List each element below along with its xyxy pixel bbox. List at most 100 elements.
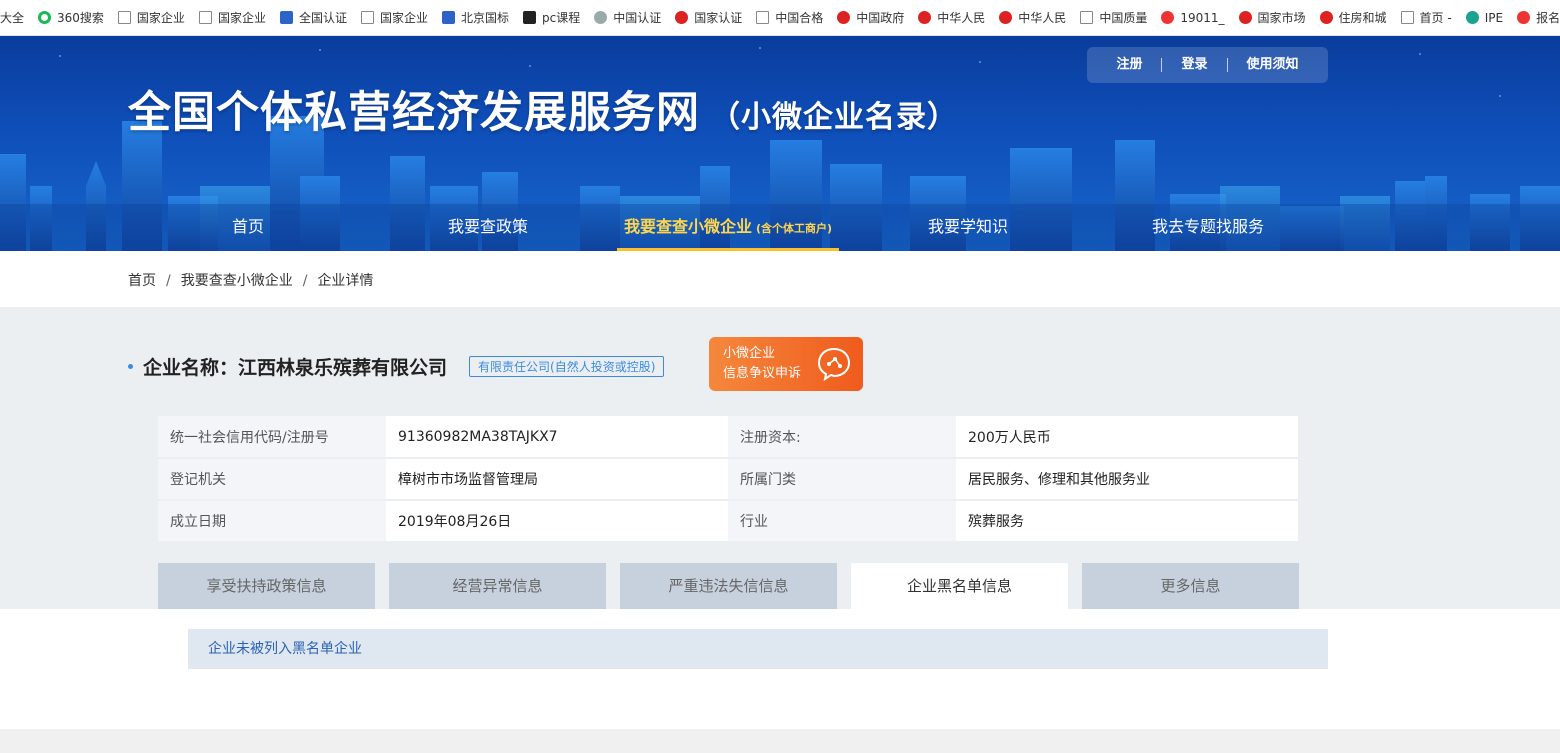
bookmark-item[interactable]: 国家企业 <box>360 0 428 35</box>
bookmark-item[interactable]: 19011_ <box>1161 0 1225 35</box>
bookmark-item[interactable]: 住房和城 <box>1319 0 1387 35</box>
authority-value: 樟树市市场监督管理局 <box>386 458 728 501</box>
bookmark-item[interactable]: 中华人民 <box>999 0 1066 35</box>
seal-icon <box>999 11 1013 24</box>
company-type-badge: 有限责任公司(自然人投资或控股) <box>469 355 665 377</box>
bookmark-item[interactable]: 国家市场 <box>1238 0 1306 35</box>
tab-abnormal[interactable]: 经营异常信息 <box>389 563 606 609</box>
date-label: 成立日期 <box>158 500 386 543</box>
teal-icon <box>1465 11 1479 24</box>
nav-learn-label: 我要学知识 <box>927 217 1008 236</box>
bookmark-label: 中华人民 <box>937 11 986 25</box>
nav-home[interactable]: 首页 <box>216 204 280 251</box>
bookmark-label: 大全 <box>0 11 25 25</box>
red-icon <box>1517 11 1531 24</box>
info-tabs: 享受扶持政策信息 经营异常信息 严重违法失信信息 企业黑名单信息 更多信息 <box>158 563 1313 609</box>
seal-icon <box>837 11 851 24</box>
bookmark-item[interactable]: pc课程 <box>523 0 581 35</box>
blue-icon <box>279 11 293 24</box>
bookmark-item[interactable]: 国家企业 <box>117 0 185 35</box>
bookmark-item[interactable]: IPE <box>1465 0 1503 35</box>
bookmark-item[interactable]: 国家企业 <box>198 0 266 35</box>
bookmark-item[interactable]: 中国质量 <box>1080 0 1147 35</box>
tab-more[interactable]: 更多信息 <box>1082 563 1299 609</box>
bookmark-label: 19011_ <box>1180 10 1225 25</box>
page-icon <box>1400 11 1414 24</box>
bookmark-label: 国家企业 <box>379 11 428 25</box>
date-value: 2019年08月26日 <box>386 500 728 543</box>
bookmark-label: 中国政府 <box>856 11 905 25</box>
capital-value: 200万人民币 <box>956 416 1298 459</box>
page-icon <box>360 11 374 24</box>
seal-icon <box>1238 11 1252 24</box>
login-link[interactable]: 登录 <box>1162 58 1228 72</box>
company-panel: 企业名称：江西林泉乐殡葬有限公司 有限责任公司(自然人投资或控股) 小微企业 信… <box>0 307 1560 609</box>
site-subtitle: （小微企业名录） <box>710 100 958 135</box>
top-links: 注册 登录 使用须知 <box>1087 47 1328 83</box>
bookmark-label: pc课程 <box>542 11 581 25</box>
bookmark-item[interactable]: 中国政府 <box>837 0 905 35</box>
bookmark-item[interactable]: 中国合格 <box>756 0 824 35</box>
bookmark-item[interactable]: 国家认证 <box>675 0 743 35</box>
bookmark-item[interactable]: 大全 <box>0 0 25 35</box>
bookmark-item[interactable]: 北京国标 <box>441 0 509 35</box>
tab-support[interactable]: 享受扶持政策信息 <box>158 563 375 609</box>
blue-icon <box>441 11 455 24</box>
register-link[interactable]: 注册 <box>1097 58 1163 72</box>
seal-icon <box>675 11 689 24</box>
authority-label: 登记机关 <box>158 458 386 501</box>
bookmark-item[interactable]: 360搜索 <box>38 0 104 35</box>
bookmark-item[interactable]: 中国认证 <box>594 0 662 35</box>
bookmark-label: 首页 - <box>1419 11 1452 25</box>
bookmark-label: 国家企业 <box>217 11 266 25</box>
bookmark-item[interactable]: 首页 - <box>1400 0 1452 35</box>
nav-topic[interactable]: 我去专题找服务 <box>1144 204 1272 251</box>
bookmark-item[interactable]: 中华人民 <box>918 0 986 35</box>
nav-enterprise-label: 我要查查小微企业 <box>623 217 752 236</box>
breadcrumb-detail: 企业详情 <box>317 273 374 289</box>
site-header: 全国个体私营经济发展服务网 （小微企业名录） 注册 登录 使用须知 首页 我要查政… <box>0 36 1560 251</box>
bookmark-label: 国家市场 <box>1257 11 1306 25</box>
nav-policy-label: 我要查政策 <box>447 217 528 236</box>
company-name: 企业名称：江西林泉乐殡葬有限公司 <box>143 356 448 379</box>
bookmark-item[interactable]: 全国认证 <box>279 0 347 35</box>
table-row: 成立日期 2019年08月26日 行业 殡葬服务 <box>158 500 1298 543</box>
nav-home-label: 首页 <box>231 217 264 236</box>
speech-bubble-icon <box>817 347 851 382</box>
site-title: 全国个体私营经济发展服务网 （小微企业名录） <box>128 78 958 140</box>
breadcrumb-separator: / <box>302 273 308 289</box>
breadcrumb-search[interactable]: 我要查查小微企业 <box>181 273 293 289</box>
category-value: 居民服务、修理和其他服务业 <box>956 458 1298 501</box>
breadcrumb-home[interactable]: 首页 <box>128 273 156 289</box>
nav-policy[interactable]: 我要查政策 <box>440 204 536 251</box>
industry-label: 行业 <box>728 500 956 543</box>
nav-enterprise-note: (含个体工商户) <box>755 222 833 235</box>
category-label: 所属门类 <box>728 458 956 501</box>
blacklist-notice: 企业未被列入黑名单企业 <box>188 629 1328 669</box>
bookmark-label: 国家认证 <box>694 11 743 25</box>
bullet-dot <box>128 363 133 369</box>
industry-value: 殡葬服务 <box>956 500 1298 543</box>
guide-link[interactable]: 使用须知 <box>1228 58 1318 72</box>
appeal-button[interactable]: 小微企业 信息争议申诉 <box>709 337 863 391</box>
main-nav: 首页 我要查政策 我要查查小微企业 (含个体工商户) 我要学知识 我去专题找服务 <box>0 204 1560 251</box>
company-info-table: 统一社会信用代码/注册号 91360982MA38TAJKX7 注册资本: 20… <box>158 416 1298 543</box>
red-icon <box>1161 11 1175 24</box>
bookmark-label: 北京国标 <box>460 11 509 25</box>
bookmark-label: 国家企业 <box>136 11 185 25</box>
bookmark-label: 全国认证 <box>298 11 347 25</box>
tab-blacklist[interactable]: 企业黑名单信息 <box>851 563 1068 609</box>
bookmark-label: 住房和城 <box>1338 11 1387 25</box>
page-icon <box>117 11 131 24</box>
bookmark-label: 中国认证 <box>613 11 662 25</box>
bookmark-item[interactable]: 报名首 <box>1517 0 1560 35</box>
page-icon <box>1080 11 1094 24</box>
nav-enterprise[interactable]: 我要查查小微企业 (含个体工商户) <box>617 204 839 251</box>
capital-label: 注册资本: <box>728 416 956 459</box>
breadcrumb-separator: / <box>166 273 171 289</box>
nav-learn[interactable]: 我要学知识 <box>920 204 1016 251</box>
bookmark-label: 中国合格 <box>775 11 824 25</box>
seal-icon <box>918 11 932 24</box>
tab-illegal[interactable]: 严重违法失信信息 <box>620 563 837 609</box>
bookmark-label: 360搜索 <box>57 11 104 25</box>
